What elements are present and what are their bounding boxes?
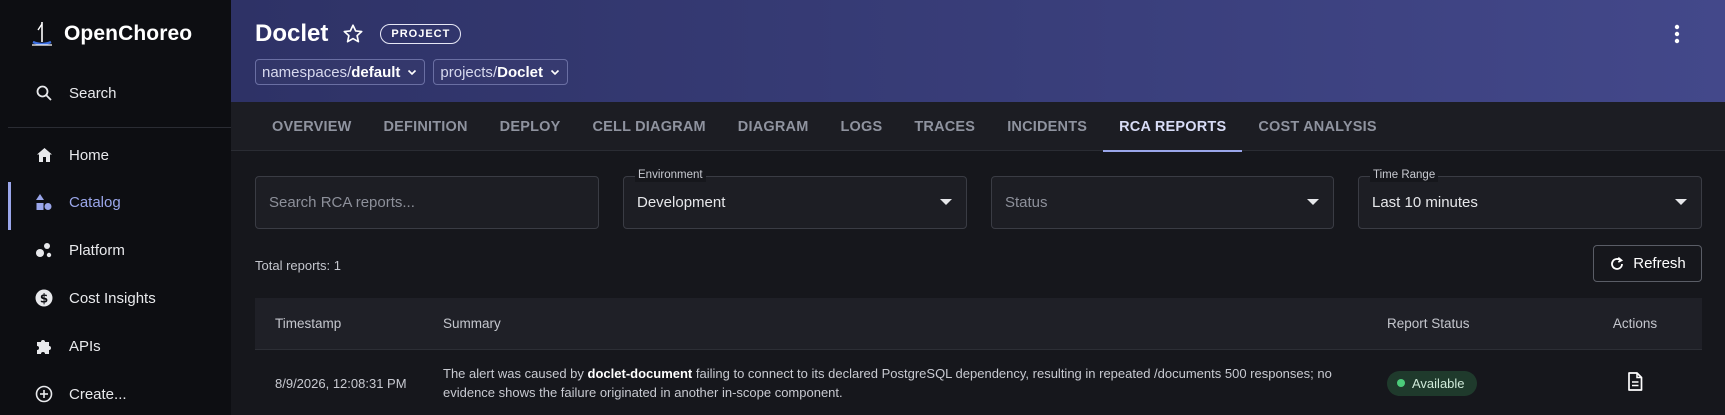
svg-text:$: $ [40,292,48,306]
summary-text: The alert was caused by [443,366,588,381]
column-header-summary[interactable]: Summary [443,314,1387,333]
status-select[interactable]: Status [991,176,1334,229]
time-range-label: Time Range [1370,168,1439,182]
openchoreo-logo-icon [32,22,52,46]
star-icon[interactable] [342,23,364,45]
cell-summary: The alert was caused by doclet-document … [443,364,1387,402]
refresh-icon [1611,256,1624,270]
sidebar-item-search[interactable]: Search [8,73,231,113]
environment-label: Environment [635,168,706,182]
refresh-button[interactable]: Refresh [1593,245,1702,282]
crumb-value: Doclet [497,63,543,81]
sidebar-item-create[interactable]: Create... [8,374,231,414]
app-root: OpenChoreo Search Home Catalog Platform … [0,0,1725,415]
sidebar-item-label: Search [69,84,117,102]
tab-logs[interactable]: LOGS [824,102,898,151]
rca-reports-table: Timestamp Summary Report Status Actions … [255,298,1702,415]
sidebar: OpenChoreo Search Home Catalog Platform … [0,0,231,415]
cell-report-status: Available [1387,370,1568,396]
puzzle-icon [34,336,54,356]
page-title: Doclet [255,20,329,47]
plus-circle-icon [34,384,54,404]
status-placeholder: Status [1005,194,1048,211]
sidebar-item-catalog[interactable]: Catalog [8,182,231,230]
tab-incidents[interactable]: INCIDENTS [991,102,1103,151]
sidebar-divider [8,127,231,128]
tab-cell-diagram[interactable]: CELL DIAGRAM [577,102,722,151]
crumb-prefix: projects [440,63,493,81]
project-badge: PROJECT [380,24,462,44]
main-content: Doclet PROJECT namespaces / default proj… [231,0,1725,415]
tab-diagram[interactable]: DIAGRAM [722,102,825,151]
dollar-icon: $ [34,288,54,308]
environment-select[interactable]: Environment Development [623,168,967,229]
summary-component: doclet-document [587,366,693,381]
column-header-actions: Actions [1612,316,1658,331]
platform-icon [34,240,54,260]
chevron-down-icon [408,69,417,76]
sidebar-item-cost-insights[interactable]: $ Cost Insights [8,278,231,318]
caret-down-icon [940,199,952,205]
total-reports: Total reports: 1 [255,258,341,273]
sidebar-item-platform[interactable]: Platform [8,230,231,270]
table-header: Timestamp Summary Report Status Actions [255,298,1702,350]
search-icon [34,83,54,103]
sidebar-item-label: APIs [69,337,101,355]
home-icon [34,145,54,165]
search-placeholder: Search RCA reports... [269,194,415,211]
tab-cost-analysis[interactable]: COST ANALYSIS [1242,102,1392,151]
tab-deploy[interactable]: DEPLOY [484,102,577,151]
status-dot-icon [1397,379,1405,387]
sidebar-item-label: Cost Insights [69,289,156,307]
caret-down-icon [1675,199,1687,205]
column-header-report-status[interactable]: Report Status [1387,316,1568,331]
status-label: Available [1412,375,1465,391]
chevron-down-icon [550,69,560,76]
time-range-value: Last 10 minutes [1372,194,1478,211]
sidebar-item-apis[interactable]: APIs [8,326,231,366]
breadcrumb: namespaces / default projects / Doclet [255,59,568,85]
table-row[interactable]: 8/9/2026, 12:08:31 PM The alert was caus… [255,350,1702,415]
sidebar-item-label: Home [69,146,110,164]
brand[interactable]: OpenChoreo [30,20,192,48]
column-header-timestamp[interactable]: Timestamp [255,316,443,331]
tab-traces[interactable]: TRACES [898,102,991,151]
tab-bar: OVERVIEW DEFINITION DEPLOY CELL DIAGRAM … [231,102,1725,152]
time-range-select[interactable]: Time Range Last 10 minutes [1358,168,1702,229]
cell-actions [1568,372,1702,394]
tab-definition[interactable]: DEFINITION [368,102,484,151]
tab-rca-reports[interactable]: RCA REPORTS [1103,102,1243,152]
search-input[interactable]: Search RCA reports... [255,176,599,229]
sidebar-item-label: Catalog [69,193,121,211]
sidebar-item-home[interactable]: Home [8,135,231,175]
refresh-label: Refresh [1633,255,1686,272]
sidebar-item-label: Platform [69,241,125,259]
crumb-prefix: namespaces [262,63,348,81]
caret-down-icon [1307,199,1319,205]
crumb-value: default [351,63,401,81]
project-header: Doclet PROJECT namespaces / default proj… [231,0,1725,102]
catalog-icon [34,192,54,212]
environment-value: Development [637,194,726,211]
status-badge: Available [1387,370,1477,396]
tab-overview[interactable]: OVERVIEW [256,102,368,151]
document-icon[interactable] [1627,372,1643,394]
sidebar-item-label: Create... [69,385,127,403]
more-options-icon[interactable] [1665,22,1689,46]
namespace-selector[interactable]: namespaces / default [255,59,426,85]
title-row: Doclet PROJECT [255,20,462,48]
cell-timestamp: 8/9/2026, 12:08:31 PM [275,375,407,391]
project-selector[interactable]: projects / Doclet [433,59,568,85]
brand-name: OpenChoreo [64,22,193,45]
